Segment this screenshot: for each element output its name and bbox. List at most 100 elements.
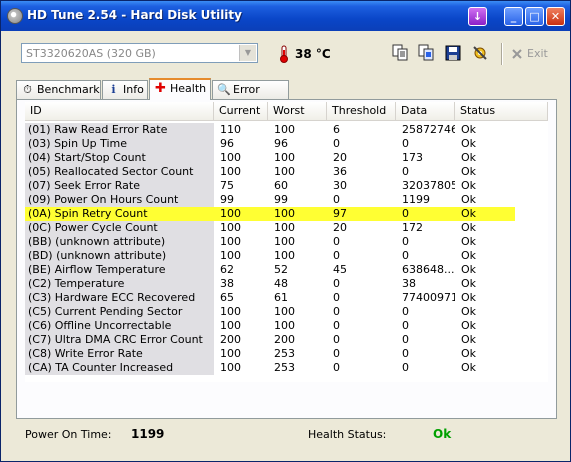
table-row[interactable]: (0C) Power Cycle Count 100 100 20 172 Ok	[25, 221, 515, 235]
table-row[interactable]: (C2) Temperature 38 48 0 38 Ok	[25, 277, 515, 291]
exit-button[interactable]: Exit	[527, 47, 548, 60]
table-row[interactable]: (BE) Airflow Temperature 62 52 45 638648... O…	[25, 263, 515, 277]
cell-current: 100	[220, 249, 241, 262]
table-row[interactable]: (C8) Write Error Rate 100 253 0 0 Ok	[25, 347, 515, 361]
tab-info[interactable]: i Info	[102, 80, 148, 99]
cell-data: 0	[402, 165, 409, 178]
cell-worst: 100	[274, 249, 295, 262]
table-row[interactable]: (0A) Spin Retry Count 100 100 97 0 Ok	[25, 207, 515, 221]
cell-threshold: 45	[333, 263, 347, 276]
cell-data: 77400971	[402, 291, 455, 304]
cell-threshold: 0	[333, 235, 340, 248]
cell-data: 0	[402, 249, 409, 262]
header-current[interactable]: Current	[214, 102, 268, 120]
cell-status: Ok	[461, 193, 477, 206]
cell-worst: 99	[274, 193, 288, 206]
table-row[interactable]: (C6) Offline Uncorrectable 100 100 0 0 Ok	[25, 319, 515, 333]
cell-threshold: 0	[333, 249, 340, 262]
cell-id: (BE) Airflow Temperature	[25, 263, 214, 277]
tab-benchmark-label: Benchmark	[37, 83, 100, 96]
cell-status: Ok	[461, 263, 477, 276]
cell-current: 200	[220, 333, 241, 346]
cell-id: (C8) Write Error Rate	[25, 347, 214, 361]
magnifier-icon: 🔍	[217, 83, 231, 96]
cell-current: 75	[220, 179, 234, 192]
table-row[interactable]: (BB) (unknown attribute) 100 100 0 0 Ok	[25, 235, 515, 249]
cell-status: Ok	[461, 305, 477, 318]
minimize-button[interactable]: _	[504, 7, 523, 26]
cell-threshold: 20	[333, 221, 347, 234]
chevron-down-icon[interactable]: ▼	[239, 45, 256, 61]
cell-data: 0	[402, 235, 409, 248]
header-worst[interactable]: Worst	[268, 102, 327, 120]
save-icon[interactable]	[445, 44, 461, 62]
cell-status: Ok	[461, 123, 477, 136]
cell-current: 110	[220, 123, 241, 136]
cell-data: 1199	[402, 193, 430, 206]
table-row[interactable]: (C3) Hardware ECC Recovered 65 61 0 77400971…	[25, 291, 515, 305]
cell-worst: 52	[274, 263, 288, 276]
cell-id: (04) Start/Stop Count	[25, 151, 214, 165]
copy-info-icon[interactable]	[392, 44, 408, 62]
tab-health-label: Health	[170, 82, 207, 95]
cell-threshold: 0	[333, 361, 340, 374]
smart-table[interactable]: ID Current Worst Threshold Data Status (…	[25, 102, 548, 382]
table-row[interactable]: (C7) Ultra DMA CRC Error Count 200 200 0 0 Ok	[25, 333, 515, 347]
options-wrench-icon[interactable]	[472, 44, 488, 62]
cell-current: 100	[220, 235, 241, 248]
toolbar: ST3320620AS (320 GB) ▼ 38 °C Exit	[1, 31, 570, 75]
tab-info-label: Info	[123, 83, 144, 96]
cell-threshold: 0	[333, 319, 340, 332]
tab-health[interactable]: ✚ Health	[149, 78, 211, 100]
header-status[interactable]: Status	[455, 102, 548, 120]
cell-worst: 100	[274, 305, 295, 318]
power-on-value: 1199	[131, 427, 165, 441]
cell-worst: 61	[274, 291, 288, 304]
cell-current: 100	[220, 221, 241, 234]
restore-button[interactable]: □	[525, 7, 544, 26]
header-threshold[interactable]: Threshold	[327, 102, 396, 120]
drive-select[interactable]: ST3320620AS (320 GB) ▼	[21, 43, 258, 63]
table-row[interactable]: (09) Power On Hours Count 99 99 0 1199 Ok	[25, 193, 515, 207]
cell-status: Ok	[461, 319, 477, 332]
table-row[interactable]: (CA) TA Counter Increased 100 253 0 0 Ok	[25, 361, 515, 375]
cell-data: 0	[399, 207, 455, 221]
table-row[interactable]: (BD) (unknown attribute) 100 100 0 0 Ok	[25, 249, 515, 263]
table-row[interactable]: (07) Seek Error Rate 75 60 30 32037805 Ok	[25, 179, 515, 193]
tab-error-scan[interactable]: 🔍 Error Scan	[212, 80, 289, 113]
cell-threshold: 0	[333, 193, 340, 206]
copy-screenshot-icon[interactable]	[418, 44, 434, 62]
cell-id: (03) Spin Up Time	[25, 137, 214, 151]
cell-worst: 100	[271, 207, 327, 221]
cell-data: 0	[402, 305, 409, 318]
cell-worst: 100	[274, 151, 295, 164]
cell-current: 100	[220, 151, 241, 164]
header-id[interactable]: ID	[25, 102, 214, 120]
cell-data: 0	[402, 347, 409, 360]
cell-threshold: 30	[333, 179, 347, 192]
stopwatch-icon: ⏱	[23, 83, 32, 96]
cell-data: 38	[402, 277, 416, 290]
cell-current: 100	[220, 347, 241, 360]
exit-x-icon[interactable]	[512, 49, 522, 59]
table-row[interactable]: (01) Raw Read Error Rate 110 100 6 25872746 O…	[25, 123, 515, 137]
title-bar[interactable]: HD Tune 2.54 - Hard Disk Utility ↓ _ □ ✕	[1, 1, 570, 31]
cell-status: Ok	[461, 165, 477, 178]
table-row[interactable]: (03) Spin Up Time 96 96 0 0 Ok	[25, 137, 515, 151]
table-row[interactable]: (05) Reallocated Sector Count 100 100 36 0 Ok	[25, 165, 515, 179]
health-status-value: Ok	[433, 427, 452, 441]
table-row[interactable]: (04) Start/Stop Count 100 100 20 173 Ok	[25, 151, 515, 165]
cell-threshold: 0	[333, 137, 340, 150]
download-button[interactable]: ↓	[468, 7, 487, 26]
thermometer-icon	[280, 45, 288, 63]
tab-benchmark[interactable]: ⏱ Benchmark	[16, 80, 101, 99]
table-row[interactable]: (C5) Current Pending Sector 100 100 0 0 Ok	[25, 305, 515, 319]
cell-status: Ok	[461, 179, 477, 192]
cell-worst: 100	[274, 123, 295, 136]
header-data[interactable]: Data	[396, 102, 455, 120]
cell-id: (01) Raw Read Error Rate	[25, 123, 214, 137]
close-button[interactable]: ✕	[546, 7, 565, 26]
cell-current: 100	[217, 207, 268, 221]
cell-status: Ok	[458, 207, 515, 221]
health-status-label: Health Status:	[308, 428, 387, 441]
